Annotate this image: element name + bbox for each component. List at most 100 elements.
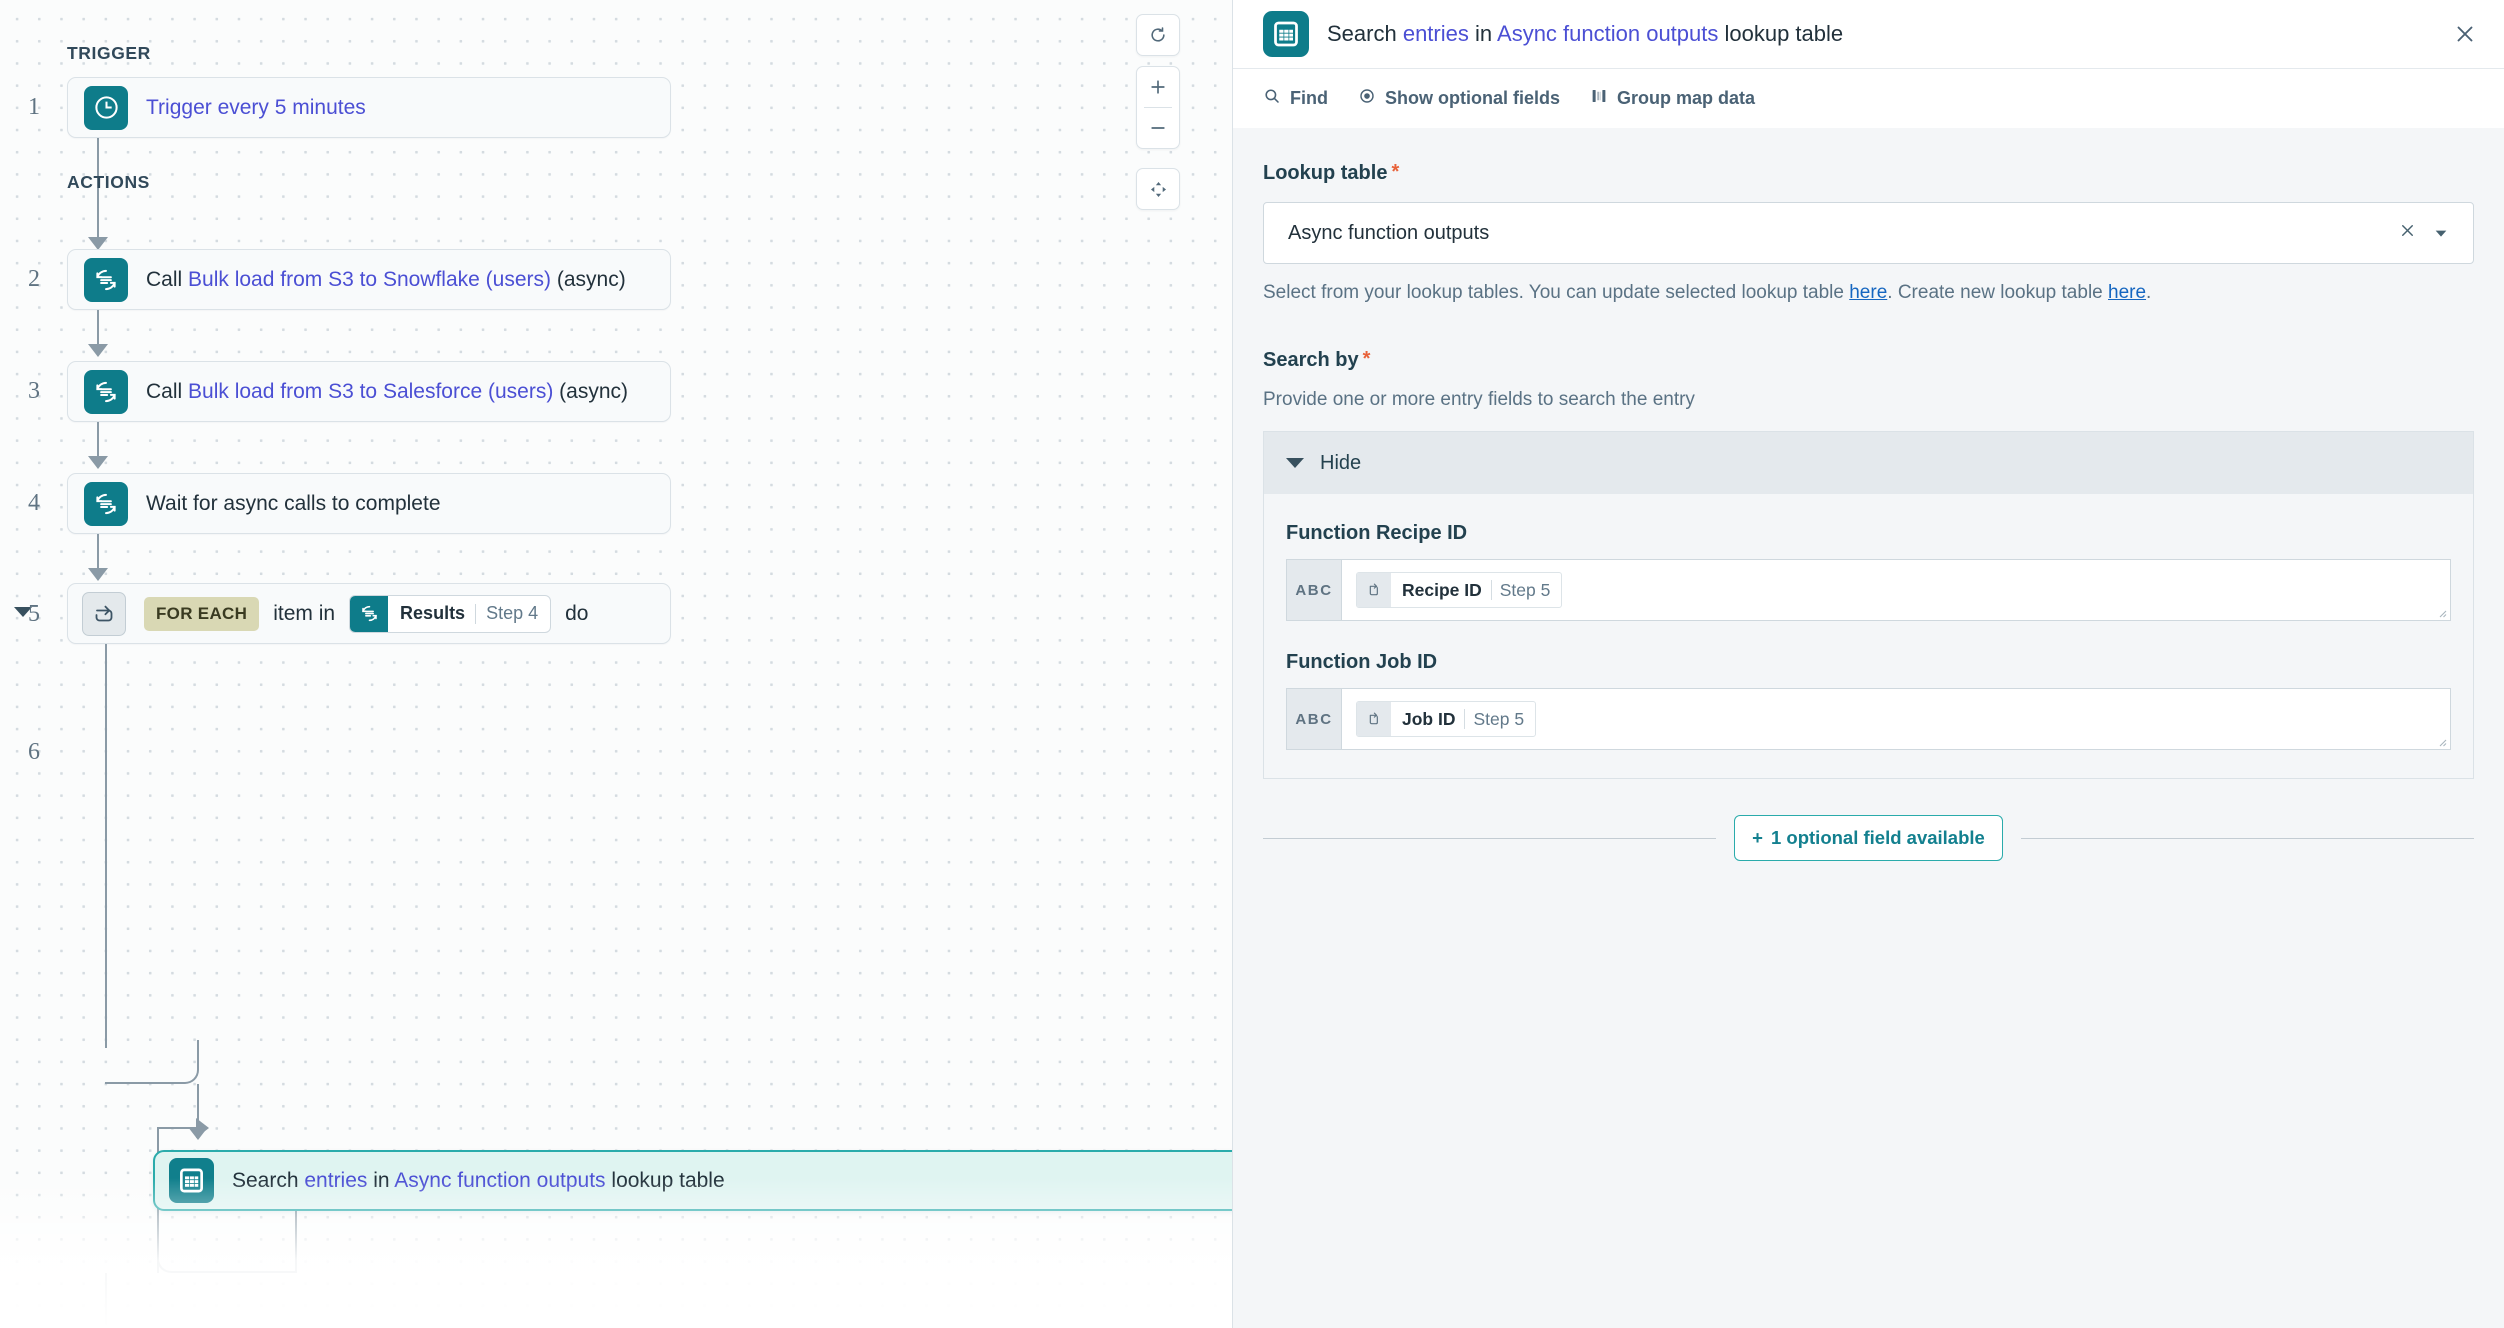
- search-by-group-content: Function Recipe ID ABC: [1264, 494, 2473, 778]
- canvas-zoom-controls[interactable]: [1136, 66, 1180, 149]
- step-card-2-text: Call Bulk load from S3 to Snowflake (use…: [146, 268, 626, 292]
- plus-icon: +: [1752, 827, 1763, 849]
- optional-fields-label: 1 optional field available: [1771, 827, 1985, 849]
- chevron-down-icon[interactable]: [2427, 225, 2457, 241]
- panel-title-link-table: Async function outputs: [1497, 21, 1718, 46]
- show-optional-fields-label: Show optional fields: [1385, 88, 1560, 109]
- step-2-suffix: (async): [551, 268, 626, 291]
- step-card-3[interactable]: Call Bulk load from S3 to Salesforce (us…: [67, 361, 671, 422]
- required-marker: *: [1391, 162, 1399, 182]
- input-area[interactable]: Recipe ID Step 5: [1342, 560, 2450, 620]
- function-job-id-label: Function Job ID: [1286, 651, 2451, 674]
- search-by-label: Search by: [1263, 349, 1359, 372]
- step-card-1-text: Trigger every 5 minutes: [146, 96, 366, 120]
- group-map-data-button[interactable]: Group map data: [1590, 87, 1755, 110]
- datapill-label: Job ID: [1391, 702, 1464, 736]
- optional-fields-button[interactable]: + 1 optional field available: [1734, 815, 2003, 861]
- input-area[interactable]: Job ID Step 5: [1342, 689, 2450, 749]
- datapill-results[interactable]: Results Step 4: [349, 595, 551, 633]
- function-recipe-id-input[interactable]: ABC Recipe ID: [1286, 559, 2451, 621]
- async-function-icon: [84, 370, 128, 414]
- lookup-table-icon: [1263, 11, 1309, 57]
- panel-title-link-entries: entries: [1403, 21, 1469, 46]
- show-optional-fields-button[interactable]: Show optional fields: [1358, 87, 1560, 110]
- step-card-5[interactable]: FOR EACH item in Results Step 4 do: [67, 583, 671, 644]
- step-card-4[interactable]: Wait for async calls to complete: [67, 473, 671, 534]
- step-1-label: Trigger every 5 minutes: [146, 96, 366, 119]
- workflow-editor: TRIGGER ACTIONS 1 Trigger every 5 minute…: [0, 0, 2504, 1328]
- search-by-toggle[interactable]: Hide: [1264, 432, 2473, 494]
- step-card-3-text: Call Bulk load from S3 to Salesforce (us…: [146, 380, 628, 404]
- step-2-prefix: Call: [146, 268, 188, 291]
- resize-grip-icon[interactable]: [2435, 606, 2447, 618]
- datapill-step: Step 5: [1492, 573, 1562, 607]
- async-function-icon: [84, 258, 128, 302]
- group-columns-icon: [1590, 87, 1608, 110]
- step-6-mid: in: [367, 1169, 394, 1192]
- datapill-icon: [1357, 702, 1391, 736]
- for-each-badge: FOR EACH: [144, 597, 259, 631]
- search-by-hint: Provide one or more entry fields to sear…: [1263, 389, 2474, 411]
- divider-line-right: [2021, 838, 2474, 839]
- repeat-loop-icon: [82, 592, 126, 636]
- help-middle: . Create new lookup table: [1887, 282, 2108, 303]
- clear-icon[interactable]: [2388, 220, 2427, 246]
- async-function-icon: [84, 482, 128, 526]
- connector-line: [97, 310, 99, 348]
- zoom-in-icon[interactable]: [1136, 67, 1180, 107]
- lookup-table-select[interactable]: Async function outputs: [1263, 202, 2474, 264]
- canvas-fit-control[interactable]: [1136, 168, 1180, 210]
- loop-back-bottom-corner: [157, 1225, 297, 1273]
- resize-grip-icon[interactable]: [2435, 735, 2447, 747]
- close-icon[interactable]: [2448, 17, 2482, 51]
- connector-line: [97, 422, 99, 460]
- panel-body: Lookup table * Async function outputs Se…: [1233, 128, 2504, 1328]
- step-card-2[interactable]: Call Bulk load from S3 to Snowflake (use…: [67, 249, 671, 310]
- required-marker: *: [1363, 349, 1371, 369]
- zoom-out-icon[interactable]: [1136, 108, 1180, 148]
- panel-title-suffix: lookup table: [1718, 21, 1843, 46]
- section-label-actions: ACTIONS: [67, 172, 150, 193]
- loop-trunk-line: [105, 644, 107, 1048]
- step-config-panel: Search entries in Async function outputs…: [1232, 0, 2504, 1328]
- for-each-do-label: do: [565, 602, 588, 626]
- step-6-link-table: Async function outputs: [394, 1169, 605, 1192]
- panel-toolbar: Find Show optional fields Group map data: [1233, 68, 2504, 128]
- lookup-table-value: Async function outputs: [1288, 222, 2388, 245]
- update-lookup-table-link[interactable]: here: [1849, 282, 1887, 303]
- create-lookup-table-link[interactable]: here: [2108, 282, 2146, 303]
- step-card-6-text: Search entries in Async function outputs…: [232, 1169, 725, 1193]
- step-card-6[interactable]: Search entries in Async function outputs…: [153, 1150, 1232, 1211]
- lookup-table-icon: [169, 1158, 214, 1203]
- datapill-recipe-id[interactable]: Recipe ID Step 5: [1356, 572, 1562, 608]
- step-number-2: 2: [0, 266, 40, 293]
- find-button[interactable]: Find: [1263, 87, 1328, 110]
- step-number-4: 4: [0, 490, 40, 517]
- lookup-table-label: Lookup table: [1263, 162, 1387, 185]
- divider-line-left: [1263, 838, 1716, 839]
- search-by-label-row: Search by *: [1263, 349, 2474, 372]
- field-type-tag: ABC: [1287, 689, 1342, 749]
- loop-back-arrow: [196, 1118, 209, 1138]
- datapill-step: Step 4: [476, 596, 550, 632]
- eye-icon: [1358, 87, 1376, 110]
- spacer: [1286, 621, 2451, 651]
- reset-zoom-icon[interactable]: [1136, 15, 1180, 55]
- connector-arrow: [88, 344, 108, 357]
- group-map-data-label: Group map data: [1617, 88, 1755, 109]
- canvas-reset-control[interactable]: [1136, 14, 1180, 56]
- step-number-3: 3: [0, 378, 40, 405]
- step-number-6: 6: [0, 739, 40, 766]
- panel-title-mid: in: [1469, 21, 1497, 46]
- field-type-tag: ABC: [1287, 560, 1342, 620]
- fit-to-screen-icon[interactable]: [1136, 169, 1180, 209]
- panel-header: Search entries in Async function outputs…: [1233, 0, 2504, 68]
- datapill-job-id[interactable]: Job ID Step 5: [1356, 701, 1536, 737]
- function-job-id-input[interactable]: ABC Job ID: [1286, 688, 2451, 750]
- connector-arrow: [88, 456, 108, 469]
- step-card-1[interactable]: Trigger every 5 minutes: [67, 77, 671, 138]
- datapill-label: Results: [388, 596, 475, 632]
- loop-back-top-line: [157, 1127, 199, 1129]
- step-6-suffix: lookup table: [606, 1169, 725, 1192]
- recipe-canvas[interactable]: TRIGGER ACTIONS 1 Trigger every 5 minute…: [0, 0, 1232, 1328]
